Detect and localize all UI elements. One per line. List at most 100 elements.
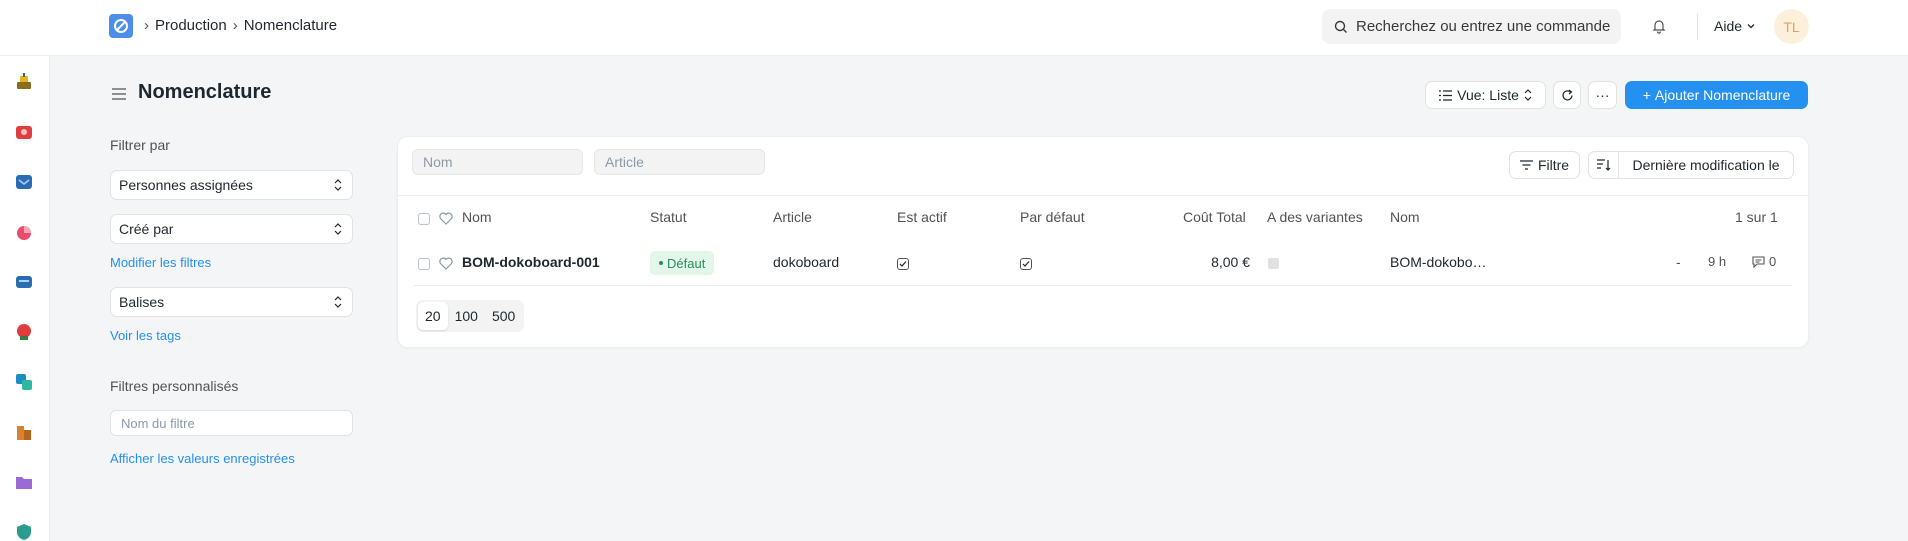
filter-button[interactable]: Filtre xyxy=(1509,151,1580,179)
avatar[interactable]: TL xyxy=(1774,9,1809,44)
sort-icon xyxy=(1596,159,1610,171)
add-button-label: Ajouter Nomenclature xyxy=(1654,87,1791,103)
app-icon-rail xyxy=(0,56,50,541)
assigned-to-label: Personnes assignées xyxy=(119,177,253,193)
page-size-500[interactable]: 500 xyxy=(485,302,522,330)
tags-select[interactable]: Balises xyxy=(110,287,353,317)
tags-label: Balises xyxy=(119,294,165,310)
projects-icon[interactable] xyxy=(14,372,34,392)
hr-icon[interactable] xyxy=(14,322,34,342)
plus-icon: + xyxy=(1642,87,1651,103)
chevron-updown-icon xyxy=(334,223,342,235)
column-header-name-2[interactable]: Nom xyxy=(1390,209,1420,225)
shield-icon[interactable] xyxy=(14,522,34,541)
column-header-total-cost[interactable]: Coût Total xyxy=(1183,209,1246,225)
created-by-label: Créé par xyxy=(119,221,174,237)
name-filter-input[interactable] xyxy=(412,149,583,175)
crm-icon[interactable] xyxy=(14,222,34,242)
manufacturing-icon[interactable] xyxy=(14,72,34,92)
buildings-icon[interactable] xyxy=(14,422,34,442)
app-logo-icon[interactable] xyxy=(109,14,133,38)
more-actions-button[interactable]: ··· xyxy=(1588,81,1617,109)
edit-filters-link[interactable]: Modifier les filtres xyxy=(110,255,211,270)
sort-field-button[interactable]: Dernière modification le xyxy=(1618,151,1794,179)
page-size-selector: 20 100 500 xyxy=(416,300,525,332)
status-label: Défaut xyxy=(667,255,706,271)
search-placeholder: Recherchez ou entrez une commande xyxy=(1356,18,1611,35)
sidebar-toggle-icon[interactable] xyxy=(112,88,126,100)
divider xyxy=(1697,14,1698,40)
row-item: dokoboard xyxy=(773,254,840,270)
row-dash: - xyxy=(1676,254,1681,270)
list-card: Filtre Dernière modification le Nom Stat… xyxy=(398,137,1808,347)
chevron-updown-icon xyxy=(334,296,342,308)
view-switcher-button[interactable]: Vue: Liste xyxy=(1425,81,1546,109)
view-label: Vue: Liste xyxy=(1457,87,1519,103)
more-dots-icon: ··· xyxy=(1595,87,1610,103)
breadcrumb-production[interactable]: Production xyxy=(155,17,227,34)
assigned-to-select[interactable]: Personnes assignées xyxy=(110,170,353,200)
column-header-is-active[interactable]: Est actif xyxy=(897,209,947,225)
list-icon xyxy=(1439,89,1453,101)
custom-filters-heading: Filtres personnalisés xyxy=(110,378,239,394)
chevron-updown-icon xyxy=(334,179,342,191)
heart-icon[interactable] xyxy=(439,257,453,270)
status-badge: Défaut xyxy=(650,251,715,275)
has-variants-checkbox xyxy=(1268,258,1279,269)
row-checkbox[interactable] xyxy=(418,258,430,270)
chevron-right-icon: › xyxy=(144,17,149,34)
record-count: 1 sur 1 xyxy=(1735,209,1778,225)
item-filter-input[interactable] xyxy=(594,149,765,175)
is-default-checkbox xyxy=(1020,258,1032,270)
column-header-is-default[interactable]: Par défaut xyxy=(1020,209,1085,225)
add-nomenclature-button[interactable]: + Ajouter Nomenclature xyxy=(1625,81,1808,109)
quality-icon[interactable] xyxy=(14,122,34,142)
select-all-checkbox[interactable] xyxy=(418,213,430,225)
filter-name-input[interactable] xyxy=(110,410,353,436)
comment-count-label: 0 xyxy=(1769,254,1777,269)
row-total-cost: 8,00 € xyxy=(1211,254,1250,270)
chevron-updown-icon xyxy=(1524,89,1532,101)
breadcrumb-nomenclature[interactable]: Nomenclature xyxy=(244,17,337,34)
refresh-button[interactable] xyxy=(1553,81,1581,109)
page-size-100[interactable]: 100 xyxy=(448,302,485,330)
breadcrumb: › Production › Nomenclature xyxy=(144,17,337,34)
is-active-checkbox xyxy=(897,258,909,270)
status-dot-icon xyxy=(659,261,663,265)
row-name-2: BOM-dokobo… xyxy=(1390,254,1487,270)
chevron-down-icon xyxy=(1747,24,1755,29)
show-saved-values-link[interactable]: Afficher les valeurs enregistrées xyxy=(110,451,295,466)
checkmark-icon xyxy=(1022,261,1030,267)
top-navbar: › Production › Nomenclature Recherchez o… xyxy=(0,0,1908,56)
page-size-20[interactable]: 20 xyxy=(418,302,448,330)
column-header-has-variants[interactable]: A des variantes xyxy=(1267,209,1363,225)
column-header-status[interactable]: Statut xyxy=(650,209,687,225)
row-modified: 9 h xyxy=(1708,254,1727,269)
filter-icon xyxy=(1519,160,1533,170)
support-icon[interactable] xyxy=(14,172,34,192)
column-header-name[interactable]: Nom xyxy=(462,209,492,225)
created-by-select[interactable]: Créé par xyxy=(110,214,353,244)
bell-icon[interactable] xyxy=(1651,18,1667,34)
comment-count[interactable]: 0 xyxy=(1752,254,1776,269)
column-header-item[interactable]: Article xyxy=(773,209,812,225)
show-tags-link[interactable]: Voir les tags xyxy=(110,328,181,343)
search-icon xyxy=(1334,20,1347,33)
search-input[interactable]: Recherchez ou entrez une commande xyxy=(1322,9,1621,44)
chevron-right-icon: › xyxy=(232,17,238,34)
help-dropdown[interactable]: Aide xyxy=(1714,18,1756,34)
checkmark-icon xyxy=(899,261,907,267)
heart-icon[interactable] xyxy=(439,212,453,225)
refresh-icon xyxy=(1561,89,1573,100)
help-label: Aide xyxy=(1714,18,1743,34)
comment-icon xyxy=(1752,255,1765,268)
filter-label: Filtre xyxy=(1537,157,1570,173)
row-name-link[interactable]: BOM-dokoboard-001 xyxy=(462,254,600,270)
filter-by-heading: Filtrer par xyxy=(110,137,170,153)
assets-icon[interactable] xyxy=(14,272,34,292)
folder-icon[interactable] xyxy=(14,472,34,492)
divider xyxy=(414,285,1792,286)
sort-direction-button[interactable] xyxy=(1588,151,1619,179)
sort-label: Dernière modification le xyxy=(1632,157,1780,173)
page-title: Nomenclature xyxy=(138,81,272,103)
